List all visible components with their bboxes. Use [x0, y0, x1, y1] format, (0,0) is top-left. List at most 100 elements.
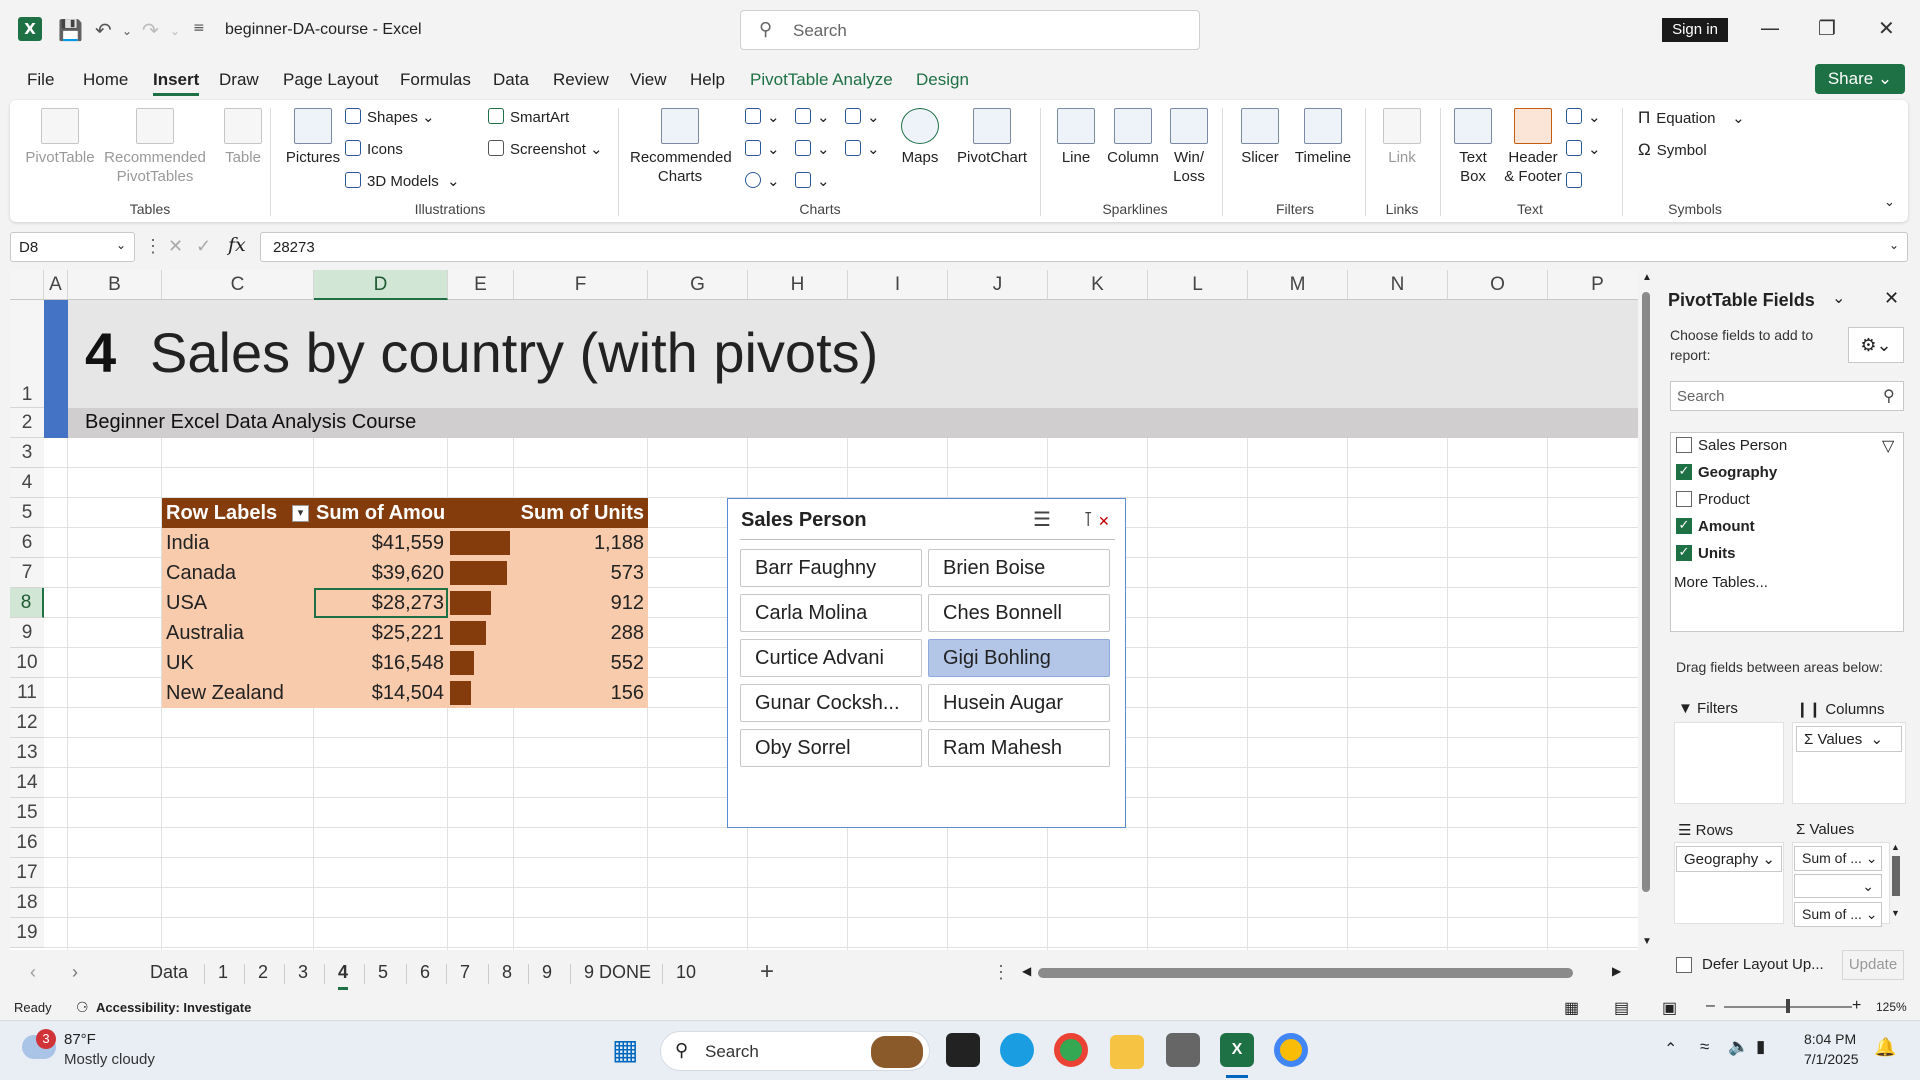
tab-draw[interactable]: Draw	[219, 70, 259, 90]
clock-time[interactable]: 8:04 PM	[1804, 1031, 1856, 1047]
row-header-13[interactable]: 13	[10, 738, 44, 768]
recommended-charts-button[interactable]: Recommended Charts	[630, 108, 732, 186]
values-scroll-thumb[interactable]	[1892, 856, 1900, 896]
textbox-button[interactable]: Text Box	[1448, 108, 1498, 186]
columns-values-item[interactable]: Σ Values ⌄	[1796, 726, 1902, 752]
column-header-n[interactable]: N	[1348, 270, 1448, 300]
task-view-icon[interactable]	[946, 1033, 980, 1067]
pie-chart-button[interactable]: ⌄	[745, 172, 780, 190]
row-header-17[interactable]: 17	[10, 858, 44, 888]
clear-filter-icon[interactable]: ⊺	[1083, 507, 1093, 532]
column-header-a[interactable]: A	[44, 270, 68, 300]
screenshot-button[interactable]: Screenshot ⌄	[488, 140, 603, 158]
tab-file[interactable]: File	[27, 70, 54, 90]
customize-toolbar-icon[interactable]: ≡	[193, 20, 205, 36]
column-header-g[interactable]: G	[648, 270, 748, 300]
undo-dropdown-icon[interactable]: ⌄	[122, 24, 132, 38]
row-header-1[interactable]: 1	[10, 300, 44, 408]
row-header-11[interactable]: 11	[10, 678, 44, 708]
column-header-d[interactable]: D	[314, 270, 448, 300]
row-header-16[interactable]: 16	[10, 828, 44, 858]
scroll-up-icon[interactable]: ▲	[1642, 272, 1652, 283]
pane-close-icon[interactable]: ✕	[1884, 288, 1899, 309]
sparkline-line-button[interactable]: Line	[1050, 108, 1102, 167]
more-icon[interactable]: ⋮	[144, 236, 162, 257]
chrome-icon[interactable]	[1054, 1033, 1088, 1067]
show-hidden-icons-icon[interactable]: ⌃	[1664, 1039, 1677, 1059]
sheet-tab-9-done[interactable]: 9 DONE	[584, 962, 651, 983]
pivot-units-value[interactable]: 288	[514, 618, 644, 648]
hscroll-right-icon[interactable]: ▶	[1612, 964, 1621, 978]
pivot-row-label[interactable]: Australia	[166, 618, 244, 648]
tab-scroll-left-icon[interactable]: ‹	[30, 962, 36, 983]
vertical-scroll-thumb[interactable]	[1642, 292, 1650, 892]
filter-dropdown-icon[interactable]: ▾	[292, 505, 309, 522]
sheet-tab-data[interactable]: Data	[150, 962, 188, 983]
edge-icon[interactable]	[1000, 1033, 1034, 1067]
weather-temp[interactable]: 87°F	[64, 1031, 96, 1048]
pivot-units-value[interactable]: 1,188	[514, 528, 644, 558]
restore-icon[interactable]: ❐	[1818, 16, 1836, 40]
share-button[interactable]: Share ⌄	[1815, 64, 1905, 94]
pivot-units-value[interactable]: 573	[514, 558, 644, 588]
update-button[interactable]: Update	[1842, 950, 1904, 980]
wordart-button[interactable]: ⌄	[1566, 108, 1601, 126]
scroll-up-icon[interactable]: ▲	[1891, 842, 1900, 852]
sheet-tab-8[interactable]: 8	[502, 962, 512, 983]
pivot-amount-value[interactable]: $25,221	[314, 618, 444, 648]
shapes-button[interactable]: Shapes ⌄	[345, 108, 435, 126]
sheet-tab-1[interactable]: 1	[218, 962, 228, 983]
tab-options-icon[interactable]: ⋮	[992, 962, 1010, 983]
table-button[interactable]: Table	[210, 108, 276, 167]
slicer-item[interactable]: Oby Sorrel	[740, 729, 922, 767]
column-header-p[interactable]: P	[1548, 270, 1638, 300]
redo-dropdown-icon[interactable]: ⌄	[170, 24, 180, 38]
row-header-4[interactable]: 4	[10, 468, 44, 498]
values-item-1[interactable]: Sum of ... ⌄	[1794, 846, 1882, 871]
row-header-9[interactable]: 9	[10, 618, 44, 648]
cancel-icon[interactable]: ✕	[168, 236, 183, 257]
defer-layout-checkbox[interactable]	[1676, 957, 1692, 973]
column-header-o[interactable]: O	[1448, 270, 1548, 300]
calculator-icon[interactable]	[1166, 1033, 1200, 1067]
scatter-chart-button[interactable]: ⌄	[795, 172, 830, 190]
header-footer-button[interactable]: Header & Footer	[1498, 108, 1568, 186]
search-box[interactable]: ⚲ Search	[740, 10, 1200, 50]
pivot-amount-value[interactable]: $16,548	[314, 648, 444, 678]
field-checkbox-sales-person[interactable]	[1676, 437, 1692, 453]
column-header-k[interactable]: K	[1048, 270, 1148, 300]
taskbar-search[interactable]: ⚲ Search	[660, 1031, 930, 1071]
values-item-2[interactable]: ⌄	[1794, 874, 1882, 898]
sheet-tab-6[interactable]: 6	[420, 962, 430, 983]
field-label[interactable]: Geography	[1698, 464, 1777, 481]
zoom-slider-thumb[interactable]	[1786, 999, 1790, 1013]
tab-data[interactable]: Data	[493, 70, 529, 90]
column-header-j[interactable]: J	[948, 270, 1048, 300]
field-checkbox-units[interactable]: ✓	[1676, 545, 1692, 561]
collapse-ribbon-icon[interactable]: ⌄	[1884, 194, 1895, 210]
redo-icon[interactable]: ↷	[142, 18, 159, 42]
horizontal-scroll-thumb[interactable]	[1038, 968, 1573, 978]
column-header-m[interactable]: M	[1248, 270, 1348, 300]
pivot-units-value[interactable]: 912	[514, 588, 644, 618]
volume-icon[interactable]: 🔈	[1728, 1037, 1749, 1057]
hscroll-left-icon[interactable]: ◀	[1022, 964, 1031, 978]
normal-view-icon[interactable]: ▦	[1564, 998, 1579, 1018]
row-header-19[interactable]: 19	[10, 918, 44, 948]
sheet-tab-3[interactable]: 3	[298, 962, 308, 983]
filter-icon[interactable]: ▽	[1882, 436, 1894, 456]
rows-geography-item[interactable]: Geography ⌄	[1676, 846, 1782, 872]
pivottable-button[interactable]: PivotTable	[20, 108, 100, 167]
slicer-sales-person[interactable]: Sales Person ☰ ⊺ ✕ Barr Faughny Brien Boi…	[727, 498, 1126, 828]
maps-button[interactable]: Maps	[890, 108, 950, 167]
row-header-5[interactable]: 5	[10, 498, 44, 528]
more-tables-link[interactable]: More Tables...	[1674, 574, 1768, 591]
row-header-3[interactable]: 3	[10, 438, 44, 468]
hierarchy-chart-button[interactable]: ⌄	[795, 108, 830, 126]
column-header-h[interactable]: H	[748, 270, 848, 300]
tab-help[interactable]: Help	[690, 70, 725, 90]
insert-function-icon[interactable]: fx	[228, 234, 246, 256]
row-header-15[interactable]: 15	[10, 798, 44, 828]
tab-pivottable-analyze[interactable]: PivotTable Analyze	[750, 70, 893, 90]
winloss-button[interactable]: Win/Loss	[1164, 108, 1214, 186]
